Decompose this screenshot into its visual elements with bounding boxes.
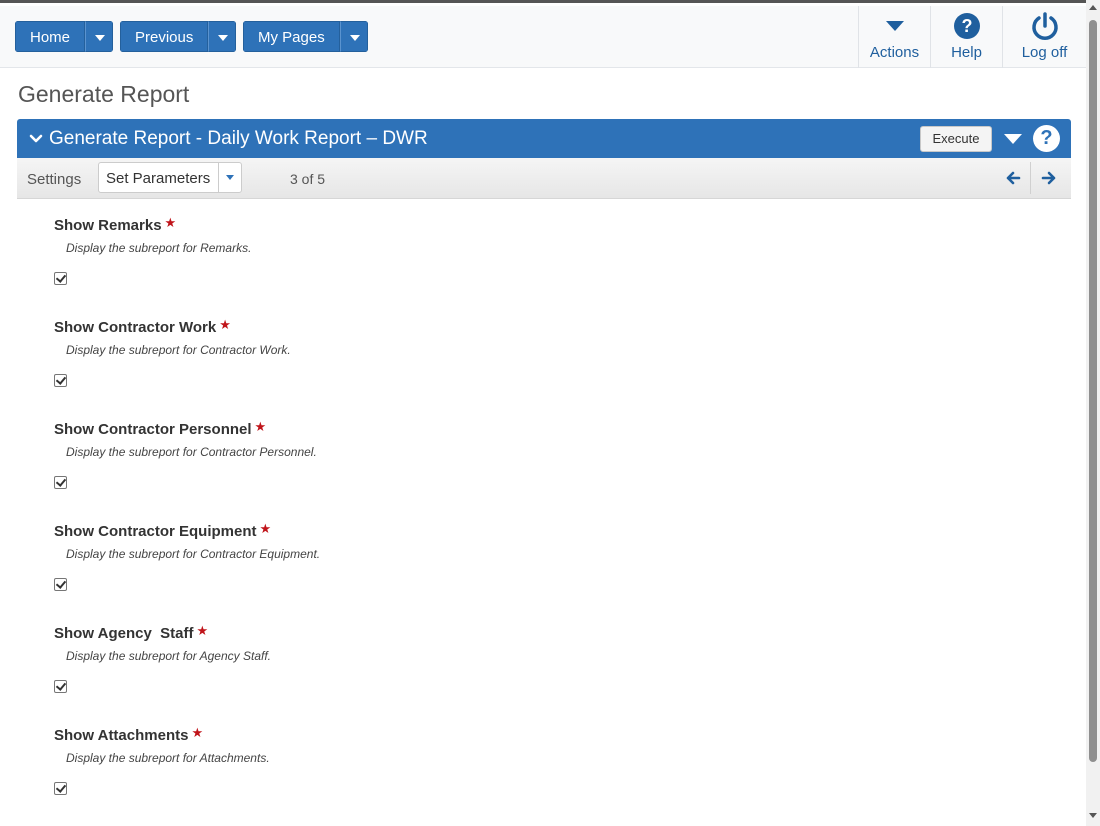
settings-step-select[interactable]: Set Parameters (98, 162, 242, 193)
param-description: Display the subreport for Contractor Equ… (66, 547, 321, 561)
report-panel-header: Generate Report - Daily Work Report – DW… (17, 119, 1071, 158)
show-attachments-checkbox[interactable] (54, 782, 67, 795)
home-button[interactable]: Home (15, 21, 86, 52)
param-show-contractor-personnel: Show Contractor Personnel ★ Display the s… (54, 419, 654, 489)
top-navigation-bar: Home Previous My Pages Actions ? Help Lo… (0, 6, 1086, 68)
settings-step-value: Set Parameters (106, 170, 211, 187)
caret-down-icon (885, 10, 905, 42)
scroll-up-arrow-icon[interactable] (1089, 5, 1097, 10)
select-caret-icon (218, 163, 241, 192)
step-pager-text: 3 of 5 (290, 171, 326, 187)
required-star-icon: ★ (219, 317, 231, 332)
show-contractor-equipment-checkbox[interactable] (54, 578, 67, 591)
scroll-down-arrow-icon[interactable] (1089, 813, 1097, 818)
app-window: Home Previous My Pages Actions ? Help Lo… (0, 0, 1086, 826)
panel-menu-caret-icon[interactable] (1004, 134, 1022, 144)
param-show-remarks: Show Remarks ★ Display the subreport for … (54, 215, 654, 285)
show-contractor-personnel-checkbox[interactable] (54, 476, 67, 489)
previous-dropdown-caret-icon[interactable] (208, 21, 237, 52)
previous-step-arrow-icon[interactable] (996, 164, 1030, 192)
scrollbar-thumb[interactable] (1089, 20, 1097, 762)
param-description: Display the subreport for Contractor Per… (66, 445, 317, 459)
previous-button[interactable]: Previous (120, 21, 209, 52)
actions-menu-button[interactable]: Actions (858, 6, 930, 68)
param-show-attachments: Show Attachments ★ Display the subreport … (54, 725, 654, 795)
required-star-icon: ★ (164, 215, 177, 230)
help-label: Help (951, 44, 982, 61)
param-label: Show Contractor Equipment (54, 523, 257, 540)
my-pages-button[interactable]: My Pages (243, 21, 340, 52)
log-off-button[interactable]: Log off (1002, 6, 1086, 68)
panel-help-icon[interactable]: ? (1033, 125, 1060, 152)
actions-label: Actions (869, 44, 920, 61)
home-button-group: Home (15, 21, 114, 52)
svg-text:?: ? (961, 16, 972, 36)
help-button[interactable]: ? Help (930, 6, 1002, 68)
required-star-icon: ★ (191, 725, 204, 740)
settings-bar: Settings Set Parameters 3 of 5 (17, 158, 1071, 199)
question-circle-icon: ? (953, 10, 981, 42)
page-title: Generate Report (18, 81, 190, 107)
param-label: Show Contractor Personnel (54, 421, 252, 438)
param-label: Show Attachments (54, 727, 189, 744)
param-label: Show Contractor Work (54, 319, 217, 336)
param-show-contractor-work: Show Contractor Work ★ Display the subrep… (54, 317, 654, 387)
param-label: Show Agency Staff (54, 625, 194, 642)
my-pages-button-group: My Pages (243, 21, 368, 52)
show-remarks-checkbox[interactable] (54, 272, 67, 285)
param-show-contractor-equipment: Show Contractor Equipment ★ Display the s… (54, 521, 654, 591)
power-icon (1030, 10, 1060, 42)
param-description: Display the subreport for Attachments. (66, 751, 270, 765)
log-off-label: Log off (1021, 44, 1068, 61)
panel-title: Generate Report - Daily Work Report – DW… (49, 128, 428, 149)
vertical-scrollbar[interactable] (1086, 0, 1100, 826)
param-description: Display the subreport for Remarks. (66, 241, 252, 255)
required-star-icon: ★ (196, 623, 209, 638)
required-star-icon: ★ (259, 521, 272, 536)
param-description: Display the subreport for Contractor Wor… (66, 343, 291, 357)
arrow-divider (1030, 162, 1031, 194)
settings-label: Settings (27, 171, 82, 188)
show-agency-staff-checkbox[interactable] (54, 680, 67, 693)
param-show-agency-staff: Show Agency Staff ★ Display the subreport… (54, 623, 654, 693)
show-contractor-work-checkbox[interactable] (54, 374, 67, 387)
next-step-arrow-icon[interactable] (1032, 164, 1066, 192)
previous-button-group: Previous (120, 21, 237, 52)
home-dropdown-caret-icon[interactable] (85, 21, 114, 52)
execute-button[interactable]: Execute (920, 126, 992, 152)
param-label: Show Remarks (54, 217, 162, 234)
my-pages-dropdown-caret-icon[interactable] (339, 21, 368, 52)
collapse-chevron-icon[interactable] (29, 131, 43, 149)
param-description: Display the subreport for Agency Staff. (66, 649, 271, 663)
right-nav: Actions ? Help Log off (858, 6, 1086, 68)
required-star-icon: ★ (254, 419, 267, 434)
